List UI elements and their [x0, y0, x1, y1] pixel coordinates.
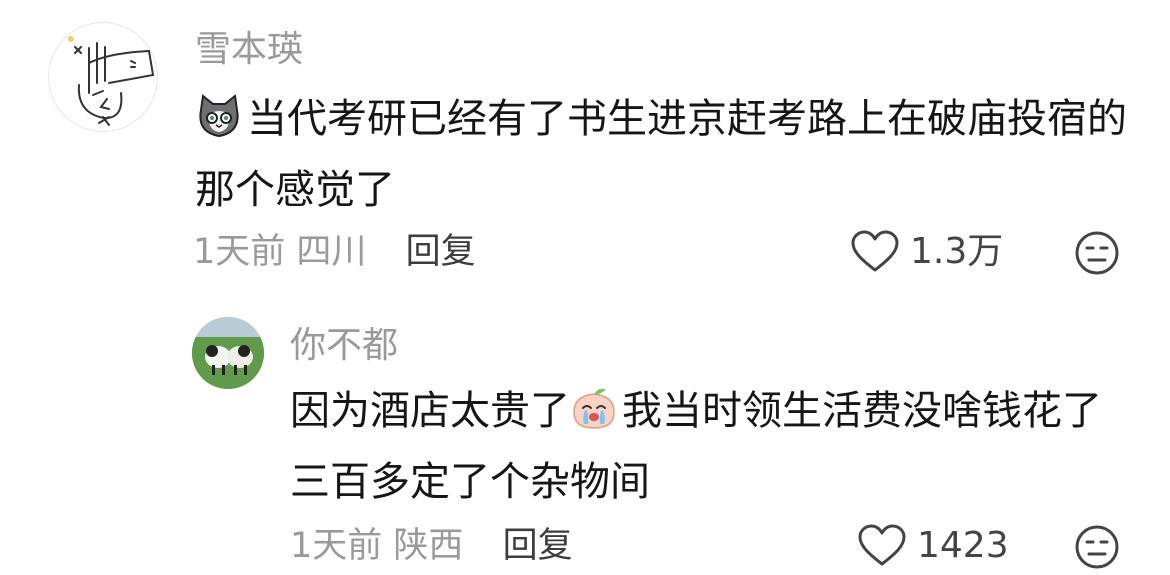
reply-button[interactable]: 回复 — [406, 232, 476, 272]
username[interactable]: 你不都 — [290, 324, 398, 368]
doodle-avatar-icon — [68, 36, 155, 126]
comment-location: 四川 — [296, 232, 367, 272]
username[interactable]: 雪本瑛 — [195, 28, 303, 72]
comment-meta: 1天前 四川 回复 — [193, 230, 476, 274]
comment-text: 因为酒店太贵了 我当时领生活费没啥钱花了三百多定了个杂物间 — [290, 380, 1140, 514]
dislike-button[interactable] — [1074, 524, 1120, 574]
like-button[interactable]: 1423 — [857, 524, 1009, 568]
like-count: 1423 — [917, 525, 1009, 566]
comment-time: 1天前 — [290, 526, 383, 566]
heart-icon — [858, 524, 906, 566]
sheep-photo-icon — [192, 317, 264, 389]
like-button[interactable]: 1.3万 — [850, 230, 1003, 274]
grey-cat-emoji-icon — [195, 92, 243, 159]
comment-text: 当代考研已经有了书生进京赶考路上在破庙投宿的那个感觉了 — [195, 88, 1130, 222]
heart-icon — [851, 230, 899, 272]
like-count: 1.3万 — [910, 231, 1004, 272]
meh-face-icon — [1075, 231, 1119, 275]
comment-time: 1天前 — [193, 232, 286, 272]
comment-location: 陕西 — [393, 526, 464, 566]
comment-meta: 1天前 陕西 回复 — [290, 524, 573, 568]
avatar[interactable] — [48, 22, 158, 132]
dislike-button[interactable] — [1074, 230, 1120, 280]
reply-button[interactable]: 回复 — [503, 526, 573, 566]
meh-face-icon — [1075, 525, 1119, 569]
avatar[interactable] — [192, 317, 264, 389]
crying-peach-emoji-icon — [570, 384, 618, 451]
comment-text-body: 当代考研已经有了书生进京赶考路上在破庙投宿的那个感觉了 — [195, 96, 1127, 213]
comment-text-part-1: 因为酒店太贵了 — [290, 388, 570, 434]
